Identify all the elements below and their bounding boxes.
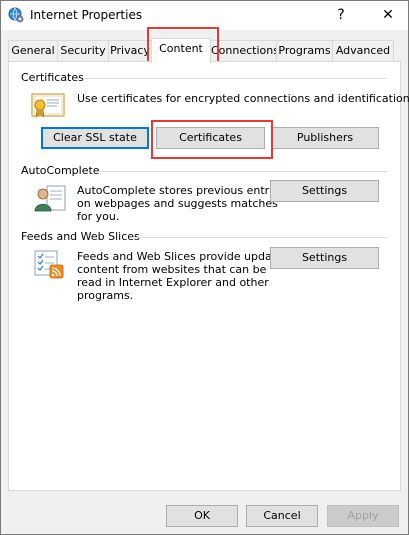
feeds-description-line: programs.: [77, 289, 134, 302]
certificates-button-highlight: [151, 120, 273, 159]
globe-settings-icon: [8, 7, 24, 23]
autocomplete-divider: [98, 171, 387, 172]
tab-security[interactable]: Security: [57, 40, 109, 62]
autocomplete-description-line: AutoComplete stores previous entries: [77, 184, 285, 197]
publishers-button[interactable]: Publishers: [271, 127, 379, 149]
cancel-button[interactable]: Cancel: [246, 505, 318, 527]
feeds-divider: [130, 237, 387, 238]
tab-content[interactable]: Content: [151, 38, 211, 63]
help-button[interactable]: ?: [326, 1, 356, 30]
feeds-description-line: read in Internet Explorer and other: [77, 276, 269, 289]
certificates-divider: [85, 78, 387, 79]
clear-ssl-state-button[interactable]: Clear SSL state: [41, 127, 149, 149]
autocomplete-heading: AutoComplete: [21, 164, 100, 177]
feeds-rss-icon: [33, 249, 67, 279]
tab-advanced[interactable]: Advanced: [332, 40, 394, 62]
tab-strip: General Security Privacy Content Connect…: [0, 38, 409, 63]
feeds-description-line: Feeds and Web Slices provide updated: [77, 250, 290, 263]
tab-programs[interactable]: Programs: [276, 40, 333, 62]
autocomplete-user-icon: [33, 183, 67, 213]
feeds-description: Feeds and Web Slices provide updated con…: [77, 250, 290, 302]
tab-general[interactable]: General: [8, 40, 58, 62]
certificates-heading: Certificates: [21, 71, 84, 84]
apply-button[interactable]: Apply: [327, 505, 399, 527]
ok-button[interactable]: OK: [166, 505, 238, 527]
certificate-icon: [30, 91, 66, 121]
autocomplete-settings-button[interactable]: Settings: [270, 180, 379, 202]
feeds-description-line: content from websites that can be: [77, 263, 267, 276]
window-title: Internet Properties: [30, 8, 143, 22]
autocomplete-description-line: for you.: [77, 210, 120, 223]
autocomplete-description: AutoComplete stores previous entries on …: [77, 184, 285, 223]
autocomplete-description-line: on webpages and suggests matches: [77, 197, 278, 210]
tab-connections[interactable]: Connections: [210, 40, 279, 62]
certificates-description: Use certificates for encrypted connectio…: [77, 92, 409, 105]
feeds-settings-button[interactable]: Settings: [270, 247, 379, 269]
tab-privacy[interactable]: Privacy: [108, 40, 152, 62]
close-button[interactable]: ✕: [368, 1, 408, 30]
feeds-heading: Feeds and Web Slices: [21, 230, 140, 243]
